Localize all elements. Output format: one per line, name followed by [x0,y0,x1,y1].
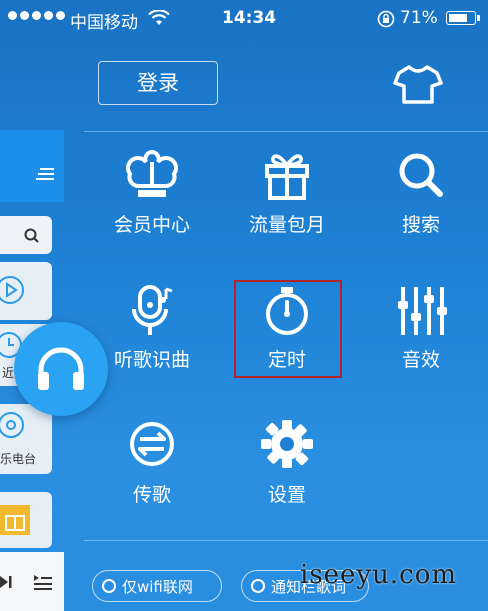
gear-icon [261,420,313,468]
search-icon [399,153,443,197]
underlying-card-play [0,262,52,320]
menu-item-data-plan[interactable]: 流量包月 [227,148,347,237]
radio-icon [251,579,265,593]
battery-percent: 71% [400,8,438,28]
carrier-name: 中国移动 [70,13,138,33]
underlying-search-bar [0,216,52,254]
clock-time: 14:34 [222,8,277,28]
play-circle-icon [0,276,24,304]
menu-item-song-recognition[interactable]: 听歌识曲 [92,283,212,372]
battery-icon [446,11,480,25]
playlist-icon [34,575,52,590]
underlying-card-radio: 乐电台 [0,404,52,474]
next-track-icon [0,576,12,588]
divider [84,540,488,541]
menu-item-label: 音效 [401,349,440,371]
status-bar: 中国移动 14:34 71% [0,0,488,36]
highlight-box [234,280,342,378]
menu-item-search[interactable]: 搜索 [361,148,481,237]
skin-shirt-icon[interactable] [392,62,444,106]
gift-badge-icon [0,505,30,535]
headphone-button[interactable] [14,322,108,416]
menu-item-sound-effect[interactable]: 音效 [361,283,481,372]
headphones-icon [38,347,84,390]
menu-item-label: 会员中心 [113,214,190,236]
login-button[interactable]: 登录 [98,61,218,105]
equalizer-icon [398,287,447,335]
radio-icon [102,579,116,593]
wifi-only-toggle[interactable]: 仅wifi联网 [92,570,222,602]
mini-player [0,552,64,611]
transfer-icon [130,422,174,466]
watermark: iseeyu.com [300,560,457,590]
signal-strength-icon [8,11,65,20]
menu-item-settings[interactable]: 设置 [227,418,347,507]
crown-icon [126,149,178,197]
wifi-icon [148,10,170,25]
menu-item-label: 设置 [267,484,306,506]
search-icon [24,228,39,243]
menu-item-label: 搜索 [401,214,440,236]
menu-lines-icon [36,168,54,180]
rotation-lock-icon [377,10,395,28]
wifi-only-label: 仅wifi联网 [122,577,193,596]
divider [84,131,488,132]
menu-item-label: 传歌 [132,484,171,506]
menu-item-transfer-songs[interactable]: 传歌 [92,418,212,507]
menu-item-label: 流量包月 [248,214,325,236]
menu-item-vip-center[interactable]: 会员中心 [92,148,212,237]
gift-icon [265,154,309,200]
radio-label: 乐电台 [0,452,37,466]
menu-item-label: 听歌识曲 [113,349,190,371]
recent-label: 近 [2,366,15,380]
music-recognition-icon [132,285,173,335]
radio-icon [0,412,24,438]
